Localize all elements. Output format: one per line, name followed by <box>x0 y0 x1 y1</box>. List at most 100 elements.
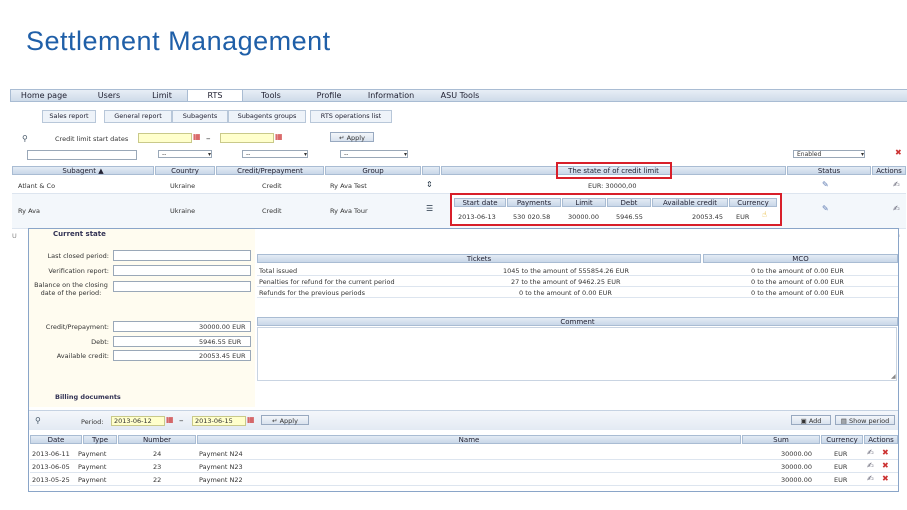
period-from-input[interactable]: 2013-06-12 <box>111 416 165 426</box>
available-credit-value: 20053.45 EUR <box>199 352 246 360</box>
row-partial: U <box>12 232 17 240</box>
country-filter-value: -- <box>162 151 167 158</box>
tickets-row-label: Penalties for refund for the current per… <box>259 278 395 286</box>
row-subagent: Ry Ava <box>18 207 40 215</box>
collapse-icon[interactable]: ⇕ <box>426 181 433 189</box>
billing-sum: 30000.00 <box>781 450 813 458</box>
calendar-icon[interactable]: ▦ <box>166 416 174 424</box>
subagent-filter-input[interactable] <box>27 150 137 160</box>
col-credit-prepayment[interactable]: Credit/Prepayment <box>216 166 324 175</box>
billing-col-name[interactable]: Name <box>197 435 741 444</box>
billing-sum: 30000.00 <box>781 463 813 471</box>
balance-closing-field <box>113 281 251 292</box>
calendar-icon[interactable]: ▦ <box>275 133 283 141</box>
detail-col-start-date: Start date <box>454 198 506 207</box>
billing-col-type[interactable]: Type <box>83 435 117 444</box>
clear-filter-icon[interactable]: ✖ <box>895 149 902 157</box>
nav-profile[interactable]: Profile <box>301 90 357 101</box>
col-country[interactable]: Country <box>155 166 215 175</box>
credit-filter-select[interactable]: -- ▾ <box>242 150 308 158</box>
main-nav: Home page Users Limit RTS Tools Profile … <box>10 89 907 102</box>
group-filter-select[interactable]: -- ▾ <box>340 150 408 158</box>
billing-number: 22 <box>153 476 162 484</box>
calendar-icon[interactable]: ▦ <box>193 133 201 141</box>
resize-handle-icon[interactable]: ◢ <box>891 373 896 381</box>
edit-icon[interactable]: ✍ <box>893 205 900 213</box>
table-row[interactable] <box>12 178 906 194</box>
billing-currency: EUR <box>834 476 848 484</box>
billing-col-currency[interactable]: Currency <box>821 435 863 444</box>
tickets-row-mco: 0 to the amount of 0.00 EUR <box>751 289 844 297</box>
row-credit: Credit <box>262 207 282 215</box>
nav-limit[interactable]: Limit <box>139 90 185 101</box>
subtab-subagents[interactable]: Subagents <box>172 110 228 123</box>
hand-icon[interactable]: ☝ <box>762 211 767 219</box>
start-date-from-input[interactable] <box>138 133 192 143</box>
status-pencil-icon[interactable]: ✎ <box>822 181 829 189</box>
period-icon: ▤ <box>840 417 849 425</box>
country-filter-select[interactable]: -- ▾ <box>158 150 212 158</box>
nav-rts[interactable]: RTS <box>187 90 243 101</box>
subtab-general-report[interactable]: General report <box>104 110 172 123</box>
detail-currency: EUR <box>736 213 750 221</box>
billing-col-sum[interactable]: Sum <box>742 435 820 444</box>
delete-icon[interactable]: ✖ <box>882 462 889 470</box>
edit-icon[interactable]: ✍ <box>893 181 900 189</box>
billing-number: 23 <box>153 463 162 471</box>
tickets-row-tickets: 27 to the amount of 9462.25 EUR <box>511 278 621 286</box>
status-pencil-icon[interactable]: ✎ <box>822 205 829 213</box>
comment-area[interactable] <box>257 327 897 381</box>
detail-col-limit: Limit <box>562 198 606 207</box>
row-group: Ry Ava Test <box>330 182 367 190</box>
calendar-icon[interactable]: ▦ <box>247 416 255 424</box>
apply-filter-button[interactable]: ↵ Apply <box>330 132 374 142</box>
start-date-to-input[interactable] <box>220 133 274 143</box>
billing-date: 2013-05-25 <box>32 476 70 484</box>
status-filter-value: Enabled <box>797 151 822 158</box>
edit-icon[interactable]: ✍ <box>867 462 874 470</box>
verification-report-field <box>113 265 251 276</box>
col-expand <box>422 166 440 175</box>
show-period-button[interactable]: ▤ Show period <box>835 415 895 425</box>
subagent-detail-panel: Current state Last closed period: Verifi… <box>28 228 899 492</box>
edit-icon[interactable]: ✍ <box>867 475 874 483</box>
nav-asu-tools[interactable]: ASU Tools <box>429 90 491 101</box>
tickets-row-label: Refunds for the previous periods <box>259 289 366 297</box>
credit-prepayment-value: 30000.00 EUR <box>199 323 246 331</box>
add-document-button[interactable]: ▣ Add <box>791 415 831 425</box>
last-closed-period-field <box>113 250 251 261</box>
col-status[interactable]: Status <box>787 166 871 175</box>
col-group[interactable]: Group <box>325 166 421 175</box>
nav-information[interactable]: Information <box>359 90 423 101</box>
billing-col-number[interactable]: Number <box>118 435 196 444</box>
delete-icon[interactable]: ✖ <box>882 449 889 457</box>
col-subagent[interactable]: Subagent ▲ <box>12 166 154 175</box>
tickets-row-label: Total issued <box>259 267 298 275</box>
slide-title: Settlement Management <box>26 26 331 56</box>
detail-available: 20053.45 <box>692 213 724 221</box>
delete-icon[interactable]: ✖ <box>882 475 889 483</box>
show-period-label: Show period <box>848 417 890 425</box>
billing-col-date[interactable]: Date <box>30 435 82 444</box>
status-filter-select[interactable]: Enabled ▾ <box>793 150 865 158</box>
verification-report-label: Verification report: <box>48 267 109 275</box>
nav-users[interactable]: Users <box>81 90 137 101</box>
credit-limit-start-label: Credit limit start dates <box>55 135 129 143</box>
row-group: Ry Ava Tour <box>330 207 368 215</box>
mco-header: MCO <box>703 254 898 263</box>
chevron-down-icon: ▾ <box>303 151 307 158</box>
subtab-rts-operations[interactable]: RTS operations list <box>310 110 392 123</box>
edit-icon[interactable]: ✍ <box>867 449 874 457</box>
tickets-row-mco: 0 to the amount of 0.00 EUR <box>751 278 844 286</box>
period-to-input[interactable]: 2013-06-15 <box>192 416 246 426</box>
nav-home[interactable]: Home page <box>13 90 75 101</box>
nav-tools[interactable]: Tools <box>243 90 299 101</box>
subtab-sales-report[interactable]: Sales report <box>42 110 96 123</box>
billing-apply-button[interactable]: ↵ Apply <box>261 415 309 425</box>
expand-icon[interactable]: ☰ <box>426 205 433 213</box>
subtab-subagents-groups[interactable]: Subagents groups <box>228 110 306 123</box>
billing-col-actions: Actions <box>864 435 898 444</box>
comment-header: Comment <box>257 317 898 326</box>
credit-prepayment-label: Credit/Prepayment: <box>45 323 109 331</box>
chevron-down-icon: ▾ <box>207 151 211 158</box>
